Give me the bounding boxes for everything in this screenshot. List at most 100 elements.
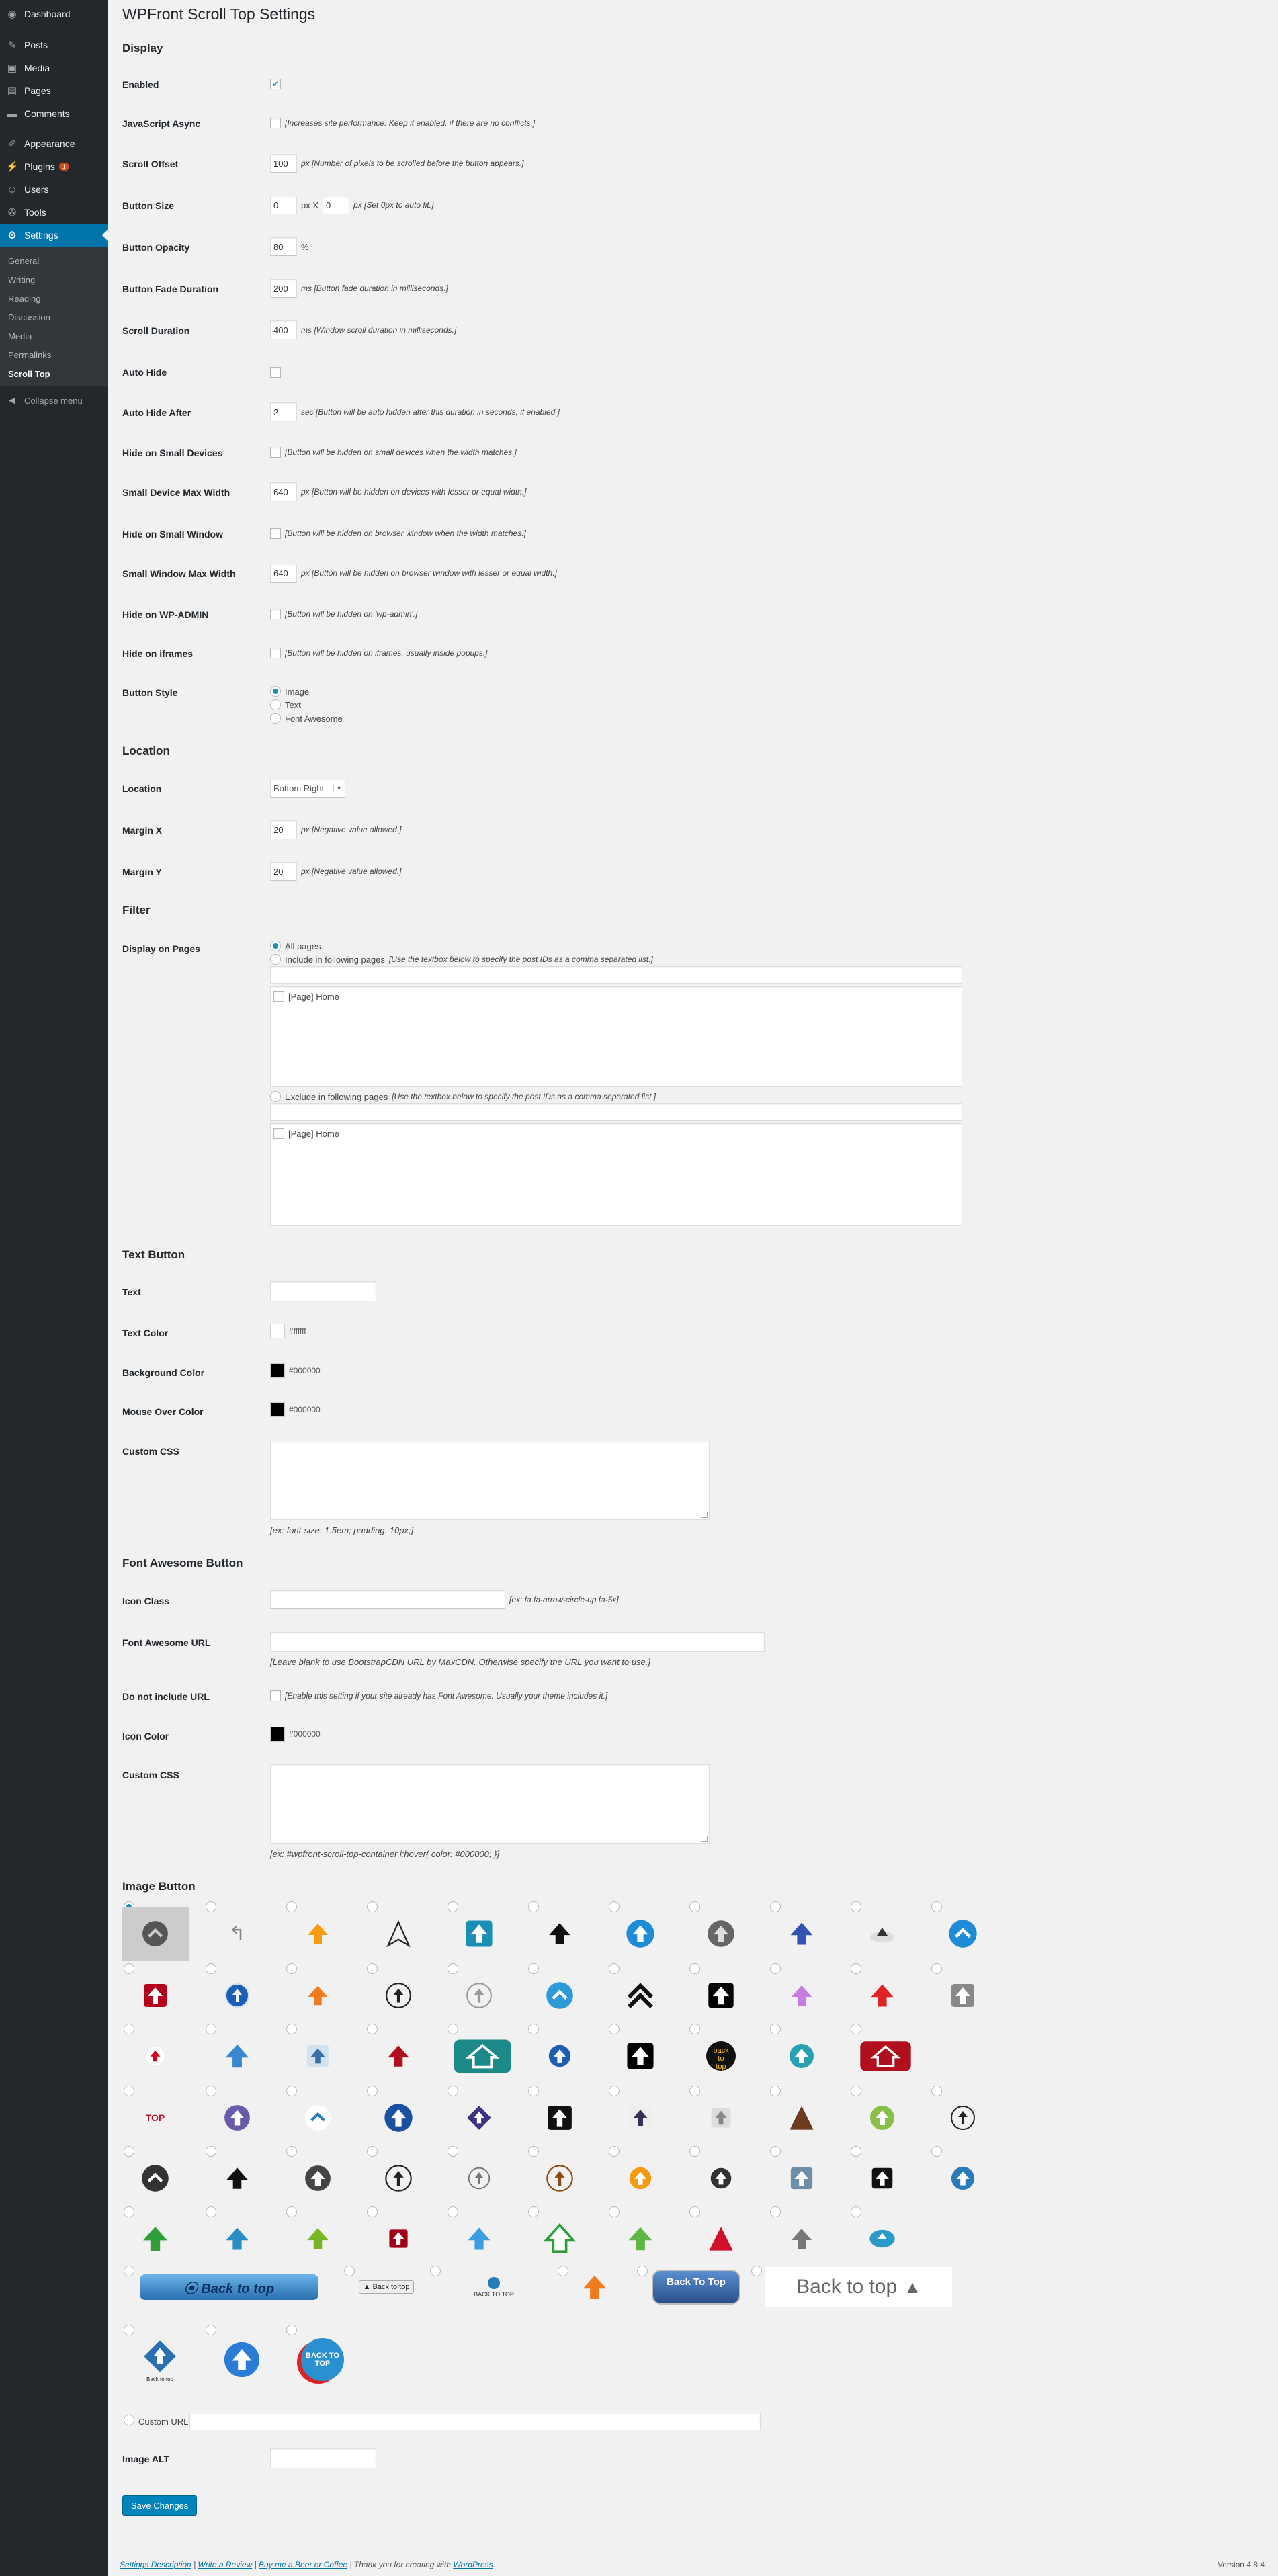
custom-url-input[interactable] — [189, 2413, 761, 2430]
scroll-top-arrow-icon[interactable] — [607, 2151, 674, 2205]
hide-iframes-checkbox[interactable] — [270, 648, 281, 658]
scroll-top-arrow-icon[interactable] — [284, 1969, 351, 2022]
scroll-top-arrow-icon[interactable] — [768, 2151, 835, 2205]
scroll-top-arrow-icon[interactable] — [687, 1969, 755, 2022]
scroll-top-arrow-icon[interactable] — [204, 1969, 271, 2022]
auto-hide-checkbox[interactable] — [270, 367, 281, 378]
scroll-top-arrow-icon[interactable] — [526, 1969, 593, 2022]
fade-duration-input[interactable]: 200 — [270, 279, 297, 298]
icon-color-swatch[interactable] — [270, 1727, 285, 1742]
scroll-top-arrow-icon[interactable] — [122, 1969, 189, 2022]
hover-color-swatch[interactable] — [270, 1402, 285, 1417]
exclude-ids-input[interactable] — [270, 1103, 962, 1121]
include-ids-input[interactable] — [270, 966, 962, 984]
back-to-top-image[interactable]: Back to top ▲ — [765, 2267, 953, 2307]
scroll-top-arrow-icon[interactable] — [365, 2029, 432, 2083]
scroll-top-arrow-icon[interactable] — [929, 1969, 996, 2022]
sidebar-item-users[interactable]: ☺ Users — [0, 178, 108, 201]
scroll-top-arrow-icon[interactable]: ↰ — [204, 1907, 271, 1961]
collapse-menu-button[interactable]: ◀ Collapse menu — [0, 390, 108, 411]
js-async-checkbox[interactable] — [270, 118, 281, 128]
text-color-swatch[interactable] — [270, 1324, 285, 1338]
text-input[interactable] — [270, 1281, 376, 1301]
image-option-radio[interactable] — [344, 2266, 355, 2276]
scroll-top-arrow-icon[interactable] — [768, 1969, 835, 2022]
fa-url-input[interactable] — [270, 1632, 765, 1652]
scroll-top-arrow-icon[interactable] — [365, 1907, 432, 1961]
scroll-offset-input[interactable]: 100 — [270, 154, 297, 173]
scroll-top-arrow-icon[interactable] — [687, 2091, 755, 2145]
scroll-top-arrow-icon[interactable] — [445, 2091, 513, 2145]
sidebar-item-tools[interactable]: ✇ Tools — [0, 201, 108, 224]
scroll-top-arrow-icon[interactable] — [849, 2091, 916, 2145]
custom-url-radio[interactable] — [124, 2415, 134, 2425]
small-window-width-input[interactable]: 640 — [270, 564, 297, 583]
scroll-top-arrow-icon[interactable] — [365, 1969, 432, 2022]
scroll-top-arrow-icon[interactable] — [929, 2091, 996, 2145]
scroll-top-arrow-icon[interactable] — [445, 2029, 519, 2083]
auto-hide-after-input[interactable]: 2 — [270, 402, 297, 421]
scroll-top-arrow-icon[interactable] — [687, 1907, 755, 1961]
scroll-top-arrow-icon[interactable] — [849, 2029, 923, 2083]
back-to-top-image[interactable]: BACK TO TOP — [464, 2267, 524, 2307]
sidebar-item-plugins[interactable]: ⚡ Plugins 1 — [0, 155, 108, 178]
settings-description-link[interactable]: Settings Description — [120, 2560, 191, 2569]
scroll-top-arrow-icon[interactable] — [607, 2029, 674, 2083]
fa-css-textarea[interactable] — [270, 1764, 710, 1844]
back-to-top-image[interactable]: ▲ Back to top — [356, 2267, 417, 2307]
wordpress-link[interactable]: WordPress — [453, 2560, 493, 2569]
scroll-top-arrow-icon[interactable] — [204, 2029, 271, 2083]
image-option-radio[interactable] — [637, 2266, 648, 2276]
small-device-width-input[interactable]: 640 — [270, 482, 297, 501]
buy-beer-link[interactable]: Buy me a Beer or Coffee — [259, 2560, 347, 2569]
style-fa-radio[interactable] — [270, 713, 281, 724]
button-height-input[interactable]: 0 — [323, 196, 350, 214]
scroll-top-arrow-icon[interactable] — [929, 1907, 996, 1961]
scroll-top-arrow-icon[interactable] — [849, 1907, 916, 1961]
submenu-permalinks[interactable]: Permalinks — [0, 345, 108, 364]
scroll-top-arrow-icon[interactable] — [849, 2212, 916, 2266]
submenu-discussion[interactable]: Discussion — [0, 308, 108, 327]
scroll-duration-input[interactable]: 400 — [270, 320, 297, 339]
scroll-top-arrow-icon[interactable] — [284, 1907, 351, 1961]
scroll-top-arrow-icon[interactable] — [526, 2091, 593, 2145]
style-text-radio[interactable] — [270, 699, 281, 710]
scroll-top-arrow-icon[interactable] — [768, 2091, 835, 2145]
scroll-top-arrow-icon[interactable] — [365, 2212, 432, 2266]
sidebar-item-comments[interactable]: ▬ Comments — [0, 102, 108, 125]
submenu-scroll-top[interactable]: Scroll Top — [0, 364, 108, 383]
image-option-radio[interactable] — [430, 2266, 441, 2276]
margin-y-input[interactable]: 20 — [270, 862, 297, 881]
scroll-top-arrow-icon[interactable] — [284, 2029, 351, 2083]
enabled-checkbox[interactable]: ✔ — [270, 79, 281, 89]
margin-x-input[interactable]: 20 — [270, 820, 297, 839]
submenu-writing[interactable]: Writing — [0, 270, 108, 289]
scroll-top-arrow-icon[interactable]: back to top — [687, 2029, 755, 2083]
submenu-general[interactable]: General — [0, 251, 108, 270]
hide-wp-admin-checkbox[interactable] — [270, 609, 281, 619]
scroll-top-arrow-icon[interactable] — [284, 2212, 351, 2266]
scroll-top-arrow-icon[interactable] — [284, 2151, 351, 2205]
scroll-top-arrow-icon[interactable] — [849, 2151, 916, 2205]
scroll-top-arrow-icon[interactable]: TOP — [122, 2091, 189, 2145]
scroll-top-arrow-icon[interactable] — [204, 2151, 271, 2205]
scroll-top-arrow-icon[interactable] — [122, 1907, 189, 1961]
scroll-top-arrow-icon[interactable] — [607, 2091, 674, 2145]
scroll-top-arrow-icon[interactable] — [687, 2151, 755, 2205]
include-pages-radio[interactable] — [270, 954, 281, 965]
bg-color-swatch[interactable] — [270, 1363, 285, 1378]
scroll-top-arrow-icon[interactable] — [365, 2091, 432, 2145]
scroll-top-arrow-icon[interactable] — [445, 2151, 513, 2205]
icon-class-input[interactable] — [270, 1590, 505, 1609]
scroll-top-arrow-icon[interactable] — [445, 1969, 513, 2022]
scroll-top-arrow-icon[interactable] — [445, 2212, 513, 2266]
scroll-top-arrow-icon[interactable] — [687, 2212, 755, 2266]
sidebar-item-appearance[interactable]: ✐ Appearance — [0, 132, 108, 155]
button-width-input[interactable]: 0 — [270, 196, 297, 214]
scroll-top-arrow-icon[interactable] — [526, 2151, 593, 2205]
scroll-top-arrow-icon[interactable] — [122, 2151, 189, 2205]
scroll-top-arrow-icon[interactable] — [445, 1907, 513, 1961]
sidebar-item-dashboard[interactable]: ◉ Dashboard — [0, 3, 108, 26]
scroll-top-arrow-icon[interactable] — [365, 2151, 432, 2205]
image-option-radio[interactable] — [124, 2266, 134, 2276]
